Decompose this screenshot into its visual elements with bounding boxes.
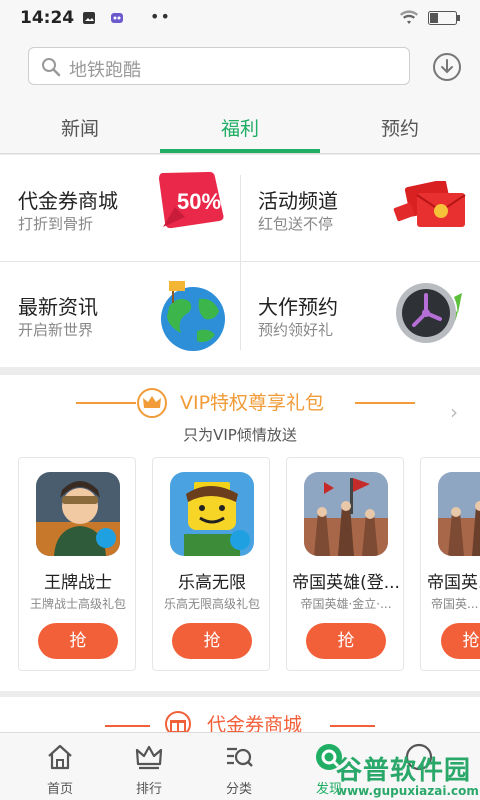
gift-card-name: 帝国英... [427,573,480,593]
gift-card-name: 乐高无限 [178,573,246,593]
vip-section-subtitle: 只为VIP倾情放送 [183,426,297,444]
game-icon-empire-heroes [304,472,388,556]
header-line-right [355,402,415,404]
nav-label: 排行 [135,782,162,797]
grid-item-title: 最新资讯 [18,295,98,319]
vip-gift-section: VIP特权尊享礼包 › 只为VIP倾情放送 王牌战士 王牌战士高级礼包 抢 乐高… [0,375,480,691]
gift-card[interactable]: 帝国英... 帝国英... 抢 [420,457,480,671]
discount-tag-icon: 50% [159,171,224,229]
clock-icon [396,283,462,343]
grid-item-game-reservation[interactable]: 大作预约 预约领好礼 [240,261,480,367]
search-input[interactable]: 地铁跑酷 [28,47,410,85]
battery-icon [428,11,460,25]
active-tab-indicator [160,149,320,153]
nav-item-home[interactable]: 首页 [20,733,100,800]
grab-button[interactable]: 抢 [441,623,480,659]
grab-button[interactable]: 抢 [306,623,386,659]
tab-news[interactable]: 新闻 [40,114,120,141]
header-line-left [76,402,136,404]
header-line-left [105,725,150,727]
crown-icon [135,745,163,770]
game-icon-empire-heroes [438,472,480,556]
search-icon [42,58,61,77]
grid-item-subtitle: 预约领好礼 [258,321,334,339]
gift-card[interactable]: 乐高无限 乐高无限高级礼包 抢 [152,457,270,671]
grid-item-title: 大作预约 [258,295,338,319]
home-icon [48,744,72,770]
gift-card-name: 帝国英雄(登... [292,573,400,593]
gift-card-desc: 乐高无限高级礼包 [163,597,260,611]
gift-card-desc: 王牌战士高级礼包 [29,597,126,611]
grid-item-subtitle: 红包送不停 [258,215,334,233]
nav-label: 分类 [225,782,252,797]
red-envelope-icon [393,181,466,227]
watermark-url: www.gupuxiazai.com [336,784,479,798]
gift-card[interactable]: 王牌战士 王牌战士高级礼包 抢 [18,457,136,671]
gift-card-desc: 帝国英雄·金立·... [300,597,392,611]
watermark-logo: 谷普软件园 www.gupuxiazai.com [330,750,480,800]
gift-card-desc: 帝国英... [431,597,479,611]
game-notification-icon [111,13,123,23]
grid-item-subtitle: 开启新世界 [18,321,94,339]
gift-card-name: 王牌战士 [44,573,112,593]
grid-item-subtitle: 打折到骨折 [18,215,94,233]
crown-icon [137,388,167,418]
grid-item-voucher-mall[interactable]: 代金券商城 打折到骨折 50% [0,155,240,261]
grid-item-title: 代金券商城 [18,189,118,213]
chevron-right-icon[interactable]: › [450,400,458,424]
game-icon-wangpai [36,472,120,556]
watermark-text: 谷普软件园 [336,756,472,786]
search-row: 地铁跑酷 [0,36,480,100]
vip-section-title: VIP特权尊享礼包 [180,392,325,414]
grid-item-title: 活动频道 [258,189,338,213]
status-bar: 14:24 •• [0,0,480,36]
status-time: 14:24 [20,8,75,28]
more-notifications-icon: •• [150,7,171,26]
game-icon-lego [170,472,254,556]
search-placeholder: 地铁跑酷 [69,60,141,81]
grab-button[interactable]: 抢 [172,623,252,659]
image-notification-icon [83,12,95,24]
download-icon[interactable] [432,52,462,82]
grid-item-latest-news[interactable]: 最新资讯 开启新世界 [0,261,240,367]
tab-bar: 新闻 福利 预约 [0,100,480,154]
tab-welfare[interactable]: 福利 [200,114,280,141]
grab-button[interactable]: 抢 [38,623,118,659]
nav-item-category[interactable]: 分类 [199,733,279,800]
header-line-right [330,725,375,727]
discount-badge: 50% [177,189,221,214]
category-search-icon [227,747,253,767]
gift-card[interactable]: 帝国英雄(登... 帝国英雄·金立·... 抢 [286,457,404,671]
globe-icon [161,281,225,351]
feature-grid: 代金券商城 打折到骨折 50% 活动频道 红包送不停 最新资讯 开启新世界 大作… [0,155,480,367]
grid-divider [240,175,241,350]
grid-divider [0,261,480,262]
tab-reservation[interactable]: 预约 [360,114,440,141]
voucher-section: 代金券商城 [0,697,480,737]
nav-item-ranking[interactable]: 排行 [109,733,189,800]
nav-label: 首页 [46,782,73,797]
wifi-icon [400,10,418,24]
grid-item-activities[interactable]: 活动频道 红包送不停 [240,155,480,261]
